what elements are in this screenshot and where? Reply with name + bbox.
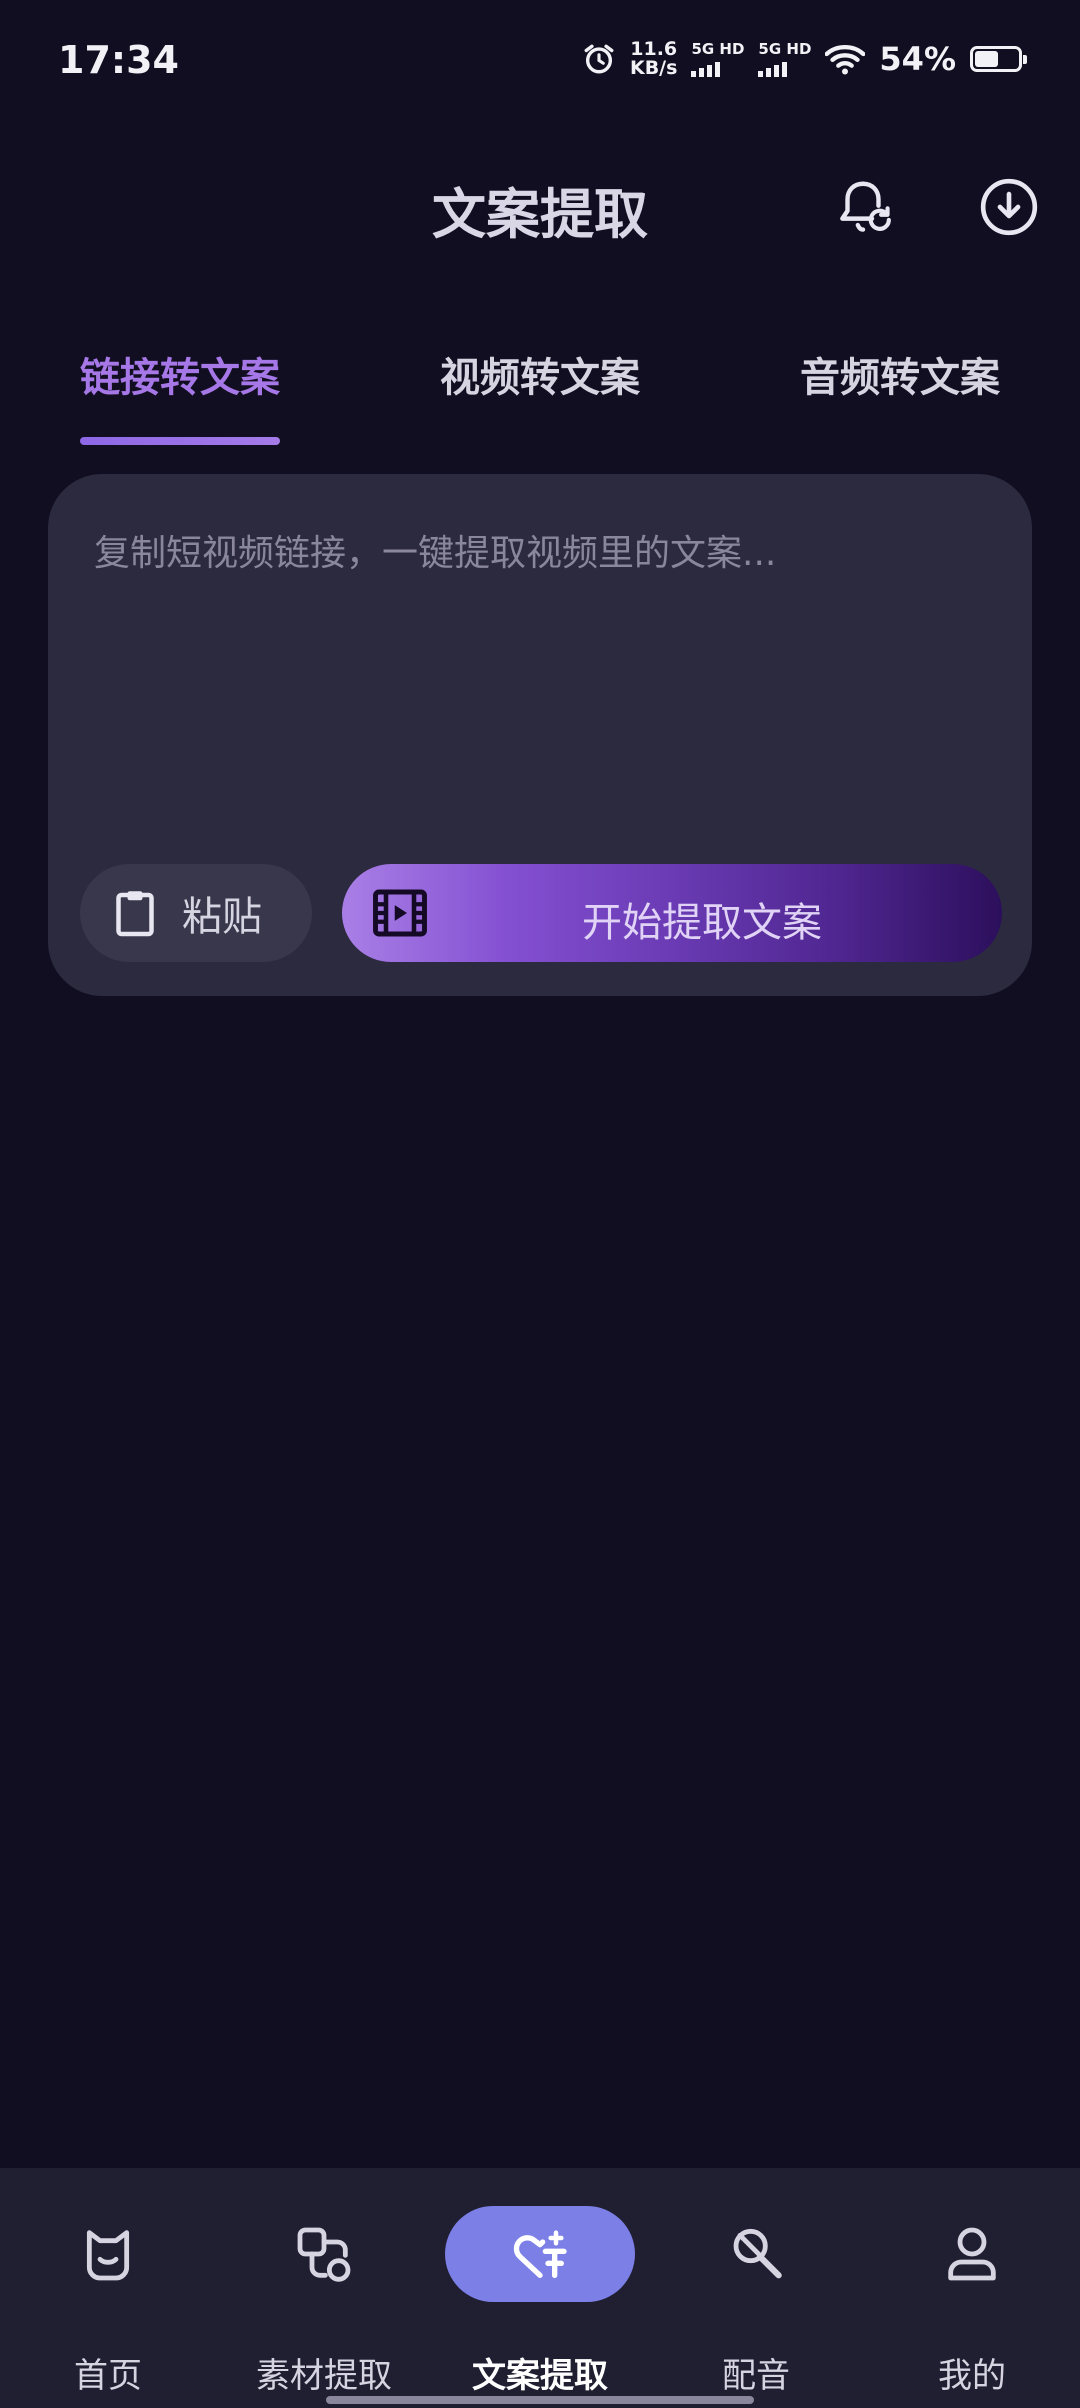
start-extract-label: 开始提取文案 <box>582 900 822 946</box>
network-speed: 11.6 KB/s <box>630 40 677 78</box>
nav-copy-extract[interactable]: 文案提取 <box>432 2168 648 2408</box>
tab-bar: 链接转文案 视频转文案 音频转文案 <box>0 345 1080 445</box>
battery-percent: 54% <box>879 40 956 78</box>
nav-material-label: 素材提取 <box>256 2356 392 2396</box>
bell-sync-icon <box>840 181 891 232</box>
link-input-card: 粘贴 开始提取文案 <box>48 474 1032 996</box>
tab-video-to-text[interactable]: 视频转文案 <box>410 345 670 403</box>
nav-copy-label: 文案提取 <box>472 2356 608 2396</box>
wifi-icon <box>825 44 866 75</box>
nav-dubbing[interactable]: 配音 <box>648 2168 864 2408</box>
paste-label: 粘贴 <box>182 894 262 940</box>
battery-icon <box>970 46 1027 72</box>
nav-home[interactable]: 首页 <box>0 2168 216 2408</box>
signal-bars-icon <box>758 61 788 77</box>
status-bar: 17:34 11.6 KB/s 5G HD 5G HD 54% <box>0 0 1080 130</box>
shapes-icon <box>297 2227 351 2282</box>
nav-dubbing-label: 配音 <box>722 2356 790 2396</box>
home-face-icon <box>86 2230 130 2281</box>
nav-copy-icon-wrap <box>445 2206 635 2302</box>
sim1-label: 5G HD <box>691 40 745 58</box>
nav-me-icon-wrap <box>877 2206 1067 2302</box>
battery-fill <box>975 51 998 67</box>
nav-dubbing-icon-wrap <box>661 2206 851 2302</box>
signal-bars-icon <box>691 61 721 77</box>
notification-button[interactable] <box>826 170 900 244</box>
person-icon <box>948 2227 996 2281</box>
download-button[interactable] <box>972 170 1046 244</box>
sim1-signal: 5G HD <box>691 41 744 77</box>
link-input[interactable] <box>92 522 976 826</box>
status-icons: 11.6 KB/s 5G HD 5G HD 54% <box>582 40 1027 78</box>
home-indicator[interactable] <box>326 2396 754 2404</box>
nav-me[interactable]: 我的 <box>864 2168 1080 2408</box>
start-extract-button[interactable]: 开始提取文案 <box>342 864 1002 962</box>
sim2-signal: 5G HD <box>758 41 811 77</box>
microphone-icon <box>733 2228 782 2279</box>
heart-text-icon <box>513 2230 567 2278</box>
status-time: 17:34 <box>58 38 179 82</box>
nav-home-label: 首页 <box>74 2356 142 2396</box>
sim2-label: 5G HD <box>758 40 812 58</box>
net-speed-unit: KB/s <box>629 57 678 79</box>
tab-indicator <box>80 437 280 445</box>
nav-me-label: 我的 <box>938 2356 1006 2396</box>
clipboard-icon <box>116 891 154 937</box>
nav-material-extract[interactable]: 素材提取 <box>216 2168 432 2408</box>
download-circle-icon <box>980 178 1038 236</box>
nav-material-icon-wrap <box>229 2206 419 2302</box>
page-title: 文案提取 <box>432 183 648 246</box>
nav-home-icon-wrap <box>13 2206 203 2302</box>
tab-audio-to-text[interactable]: 音频转文案 <box>770 345 1030 403</box>
alarm-icon <box>584 44 614 74</box>
bottom-nav: 首页 素材提取 文案提取 配音 我的 <box>0 2168 1080 2408</box>
tab-link-to-text[interactable]: 链接转文案 <box>50 345 310 403</box>
paste-button[interactable]: 粘贴 <box>80 864 312 962</box>
